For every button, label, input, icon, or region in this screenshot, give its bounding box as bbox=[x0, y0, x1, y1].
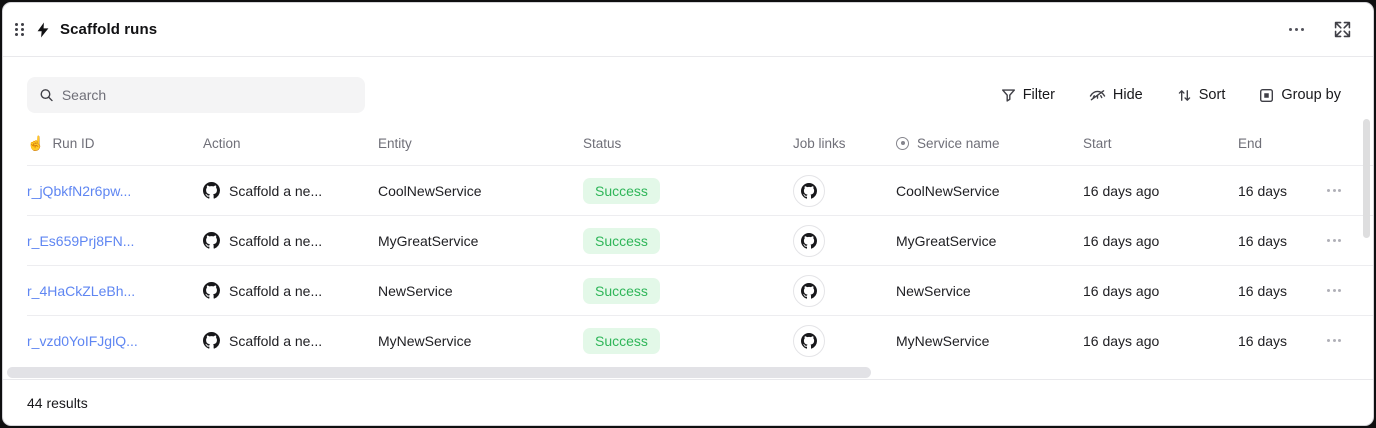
lightning-icon bbox=[34, 21, 52, 39]
target-dot-icon bbox=[896, 137, 909, 150]
start-cell: 16 days ago bbox=[1083, 233, 1238, 249]
entity-cell: MyGreatService bbox=[378, 233, 583, 249]
column-header-action[interactable]: Action bbox=[203, 136, 378, 151]
more-options-icon[interactable] bbox=[1285, 24, 1308, 35]
filter-label: Filter bbox=[1023, 87, 1055, 103]
column-header-end[interactable]: End bbox=[1238, 136, 1325, 151]
entity-cell: MyNewService bbox=[378, 333, 583, 349]
horizontal-scrollbar[interactable] bbox=[7, 367, 871, 378]
drag-handle-icon[interactable] bbox=[15, 23, 24, 36]
service-name-cell: MyNewService bbox=[896, 333, 989, 349]
title-bar: Scaffold runs bbox=[3, 3, 1373, 57]
sort-arrows-icon bbox=[1177, 88, 1192, 103]
run-id-link[interactable]: r_Es659Prj8FN... bbox=[27, 233, 134, 249]
github-icon bbox=[203, 232, 220, 249]
column-header-run-id[interactable]: ☝ Run ID bbox=[27, 136, 203, 151]
column-label: Start bbox=[1083, 136, 1112, 151]
service-name-cell: MyGreatService bbox=[896, 233, 996, 249]
action-cell: Scaffold a ne... bbox=[229, 183, 322, 199]
search-input[interactable] bbox=[62, 87, 353, 103]
column-header-start[interactable]: Start bbox=[1083, 136, 1238, 151]
scaffold-runs-widget: Scaffold runs Filter bbox=[2, 2, 1374, 426]
widget-title: Scaffold runs bbox=[60, 21, 157, 38]
pointer-click-icon: ☝ bbox=[27, 136, 44, 150]
table-row: r_4HaCkZLeBh... Scaffold a ne... NewServ… bbox=[27, 265, 1373, 315]
start-cell: 16 days ago bbox=[1083, 183, 1238, 199]
job-link-button[interactable] bbox=[793, 175, 825, 207]
service-name-cell: CoolNewService bbox=[896, 183, 999, 199]
view-toolbar: Filter Hide Sort Group by bbox=[1001, 87, 1341, 103]
column-header-status[interactable]: Status bbox=[583, 136, 793, 151]
row-more-icon[interactable] bbox=[1325, 183, 1343, 198]
status-badge: Success bbox=[583, 278, 660, 304]
runs-table: ☝ Run ID Action Entity Status Job links … bbox=[3, 113, 1373, 365]
end-cell: 16 days bbox=[1238, 183, 1325, 199]
entity-cell: NewService bbox=[378, 283, 583, 299]
github-icon bbox=[203, 282, 220, 299]
end-cell: 16 days bbox=[1238, 233, 1325, 249]
run-id-link[interactable]: r_4HaCkZLeBh... bbox=[27, 283, 135, 299]
end-cell: 16 days bbox=[1238, 333, 1325, 349]
group-by-label: Group by bbox=[1281, 87, 1341, 103]
column-label: End bbox=[1238, 136, 1262, 151]
filter-button[interactable]: Filter bbox=[1001, 87, 1055, 103]
github-icon bbox=[203, 182, 220, 199]
run-id-link[interactable]: r_jQbkfN2r6pw... bbox=[27, 183, 131, 199]
results-count: 44 results bbox=[27, 395, 88, 411]
sort-button[interactable]: Sort bbox=[1177, 87, 1226, 103]
start-cell: 16 days ago bbox=[1083, 283, 1238, 299]
action-cell: Scaffold a ne... bbox=[229, 233, 322, 249]
status-badge: Success bbox=[583, 228, 660, 254]
entity-cell: CoolNewService bbox=[378, 183, 583, 199]
end-cell: 16 days bbox=[1238, 283, 1325, 299]
row-more-icon[interactable] bbox=[1325, 333, 1343, 348]
row-more-icon[interactable] bbox=[1325, 283, 1343, 298]
status-badge: Success bbox=[583, 328, 660, 354]
job-link-button[interactable] bbox=[793, 325, 825, 357]
table-row: r_Es659Prj8FN... Scaffold a ne... MyGrea… bbox=[27, 215, 1373, 265]
column-label: Run ID bbox=[52, 136, 94, 151]
column-header-entity[interactable]: Entity bbox=[378, 136, 583, 151]
vertical-scrollbar[interactable] bbox=[1363, 119, 1370, 238]
column-label: Job links bbox=[793, 136, 846, 151]
column-label: Action bbox=[203, 136, 241, 151]
service-name-cell: NewService bbox=[896, 283, 971, 299]
column-label: Status bbox=[583, 136, 621, 151]
expand-icon[interactable] bbox=[1334, 21, 1351, 38]
column-header-job-links[interactable]: Job links bbox=[793, 136, 896, 151]
group-by-icon bbox=[1259, 88, 1274, 103]
github-icon bbox=[801, 233, 817, 249]
sort-label: Sort bbox=[1199, 87, 1226, 103]
hide-eye-icon bbox=[1089, 88, 1106, 103]
column-label: Entity bbox=[378, 136, 412, 151]
row-more-icon[interactable] bbox=[1325, 233, 1343, 248]
run-id-link[interactable]: r_vzd0YoIFJglQ... bbox=[27, 333, 138, 349]
table-row: r_jQbkfN2r6pw... Scaffold a ne... CoolNe… bbox=[27, 165, 1373, 215]
action-cell: Scaffold a ne... bbox=[229, 333, 322, 349]
controls-row: Filter Hide Sort Group by bbox=[3, 57, 1373, 113]
job-link-button[interactable] bbox=[793, 275, 825, 307]
github-icon bbox=[203, 332, 220, 349]
job-link-button[interactable] bbox=[793, 225, 825, 257]
github-icon bbox=[801, 333, 817, 349]
search-box[interactable] bbox=[27, 77, 365, 113]
search-icon bbox=[39, 87, 54, 103]
status-badge: Success bbox=[583, 178, 660, 204]
column-label: Service name bbox=[917, 136, 1000, 151]
hide-button[interactable]: Hide bbox=[1089, 87, 1143, 103]
start-cell: 16 days ago bbox=[1083, 333, 1238, 349]
filter-icon bbox=[1001, 88, 1016, 103]
table-header-row: ☝ Run ID Action Entity Status Job links … bbox=[27, 121, 1373, 165]
group-by-button[interactable]: Group by bbox=[1259, 87, 1341, 103]
action-cell: Scaffold a ne... bbox=[229, 283, 322, 299]
hide-label: Hide bbox=[1113, 87, 1143, 103]
results-footer: 44 results bbox=[3, 379, 1373, 425]
github-icon bbox=[801, 283, 817, 299]
column-header-service-name[interactable]: Service name bbox=[896, 136, 1083, 151]
table-row: r_vzd0YoIFJglQ... Scaffold a ne... MyNew… bbox=[27, 315, 1373, 365]
github-icon bbox=[801, 183, 817, 199]
